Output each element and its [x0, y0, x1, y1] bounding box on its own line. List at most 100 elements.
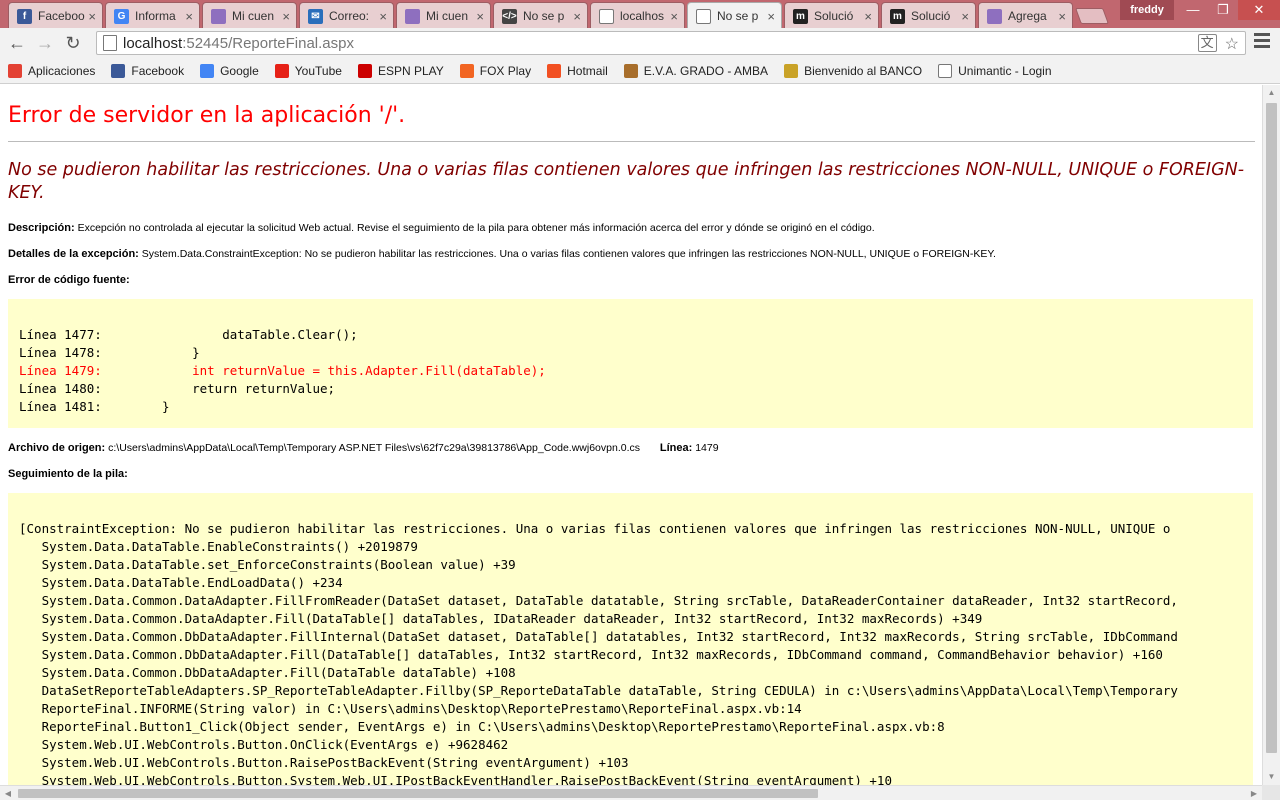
bookmark-item[interactable]: Google — [200, 63, 259, 78]
eva-icon — [623, 63, 638, 78]
address-bar[interactable]: localhost:52445/ReporteFinal.aspx 文 ☆ — [96, 31, 1246, 55]
scroll-down-icon[interactable]: ▼ — [1263, 769, 1280, 785]
page-icon — [405, 8, 420, 24]
vertical-scrollbar[interactable]: ▲ ▼ — [1262, 85, 1280, 785]
close-tab-icon[interactable]: × — [88, 9, 96, 24]
facebook-icon: f — [17, 8, 32, 24]
scroll-right-icon[interactable]: ▶ — [1246, 786, 1262, 800]
bookmark-item[interactable]: Hotmail — [547, 63, 608, 78]
source-code-line: Línea 1479: int returnValue = this.Adapt… — [19, 363, 546, 378]
exception-row: Detalles de la excepción: System.Data.Co… — [8, 248, 996, 260]
close-tab-icon[interactable]: × — [185, 9, 193, 24]
stack-trace-line: System.Web.UI.WebControls.Button.System.… — [19, 773, 892, 785]
url-path: :52445/ReporteFinal.aspx — [182, 34, 354, 52]
maximize-button[interactable]: ❐ — [1208, 0, 1238, 20]
tab-title: Agrega — [1008, 9, 1047, 23]
bookmark-label: Google — [220, 63, 259, 78]
stack-trace-line: System.Data.Common.DbDataAdapter.FillInt… — [19, 629, 1178, 644]
close-tab-icon[interactable]: × — [961, 9, 969, 24]
bookmark-label: Aplicaciones — [28, 63, 96, 78]
vertical-scroll-thumb[interactable] — [1266, 103, 1277, 753]
browser-tab[interactable]: Mi cuen × — [396, 2, 491, 28]
browser-tab[interactable]: ✉ Correo: × — [299, 2, 394, 28]
error-subtitle: No se pudieron habilitar las restriccion… — [8, 160, 1245, 203]
tab-title: Informa — [135, 9, 176, 23]
stack-trace-line: System.Web.UI.WebControls.Button.RaisePo… — [19, 755, 629, 770]
browser-tab[interactable]: m Solució × — [784, 2, 879, 28]
tab-title: No se p — [523, 9, 565, 23]
scroll-up-icon[interactable]: ▲ — [1263, 85, 1280, 101]
description-row: Descripción: Excepción no controlada al … — [8, 222, 875, 234]
browser-tab[interactable]: Agrega × — [978, 2, 1073, 28]
tab-title: localhos — [620, 9, 665, 23]
close-tab-icon[interactable]: × — [1058, 9, 1066, 24]
bookmark-label: Unimantic - Login — [958, 63, 1052, 78]
close-tab-icon[interactable]: × — [864, 9, 872, 24]
close-tab-icon[interactable]: × — [282, 9, 290, 24]
bookmark-label: E.V.A. GRADO - AMBA — [643, 63, 769, 78]
horizontal-scroll-thumb[interactable] — [18, 789, 818, 798]
bookmark-label: Hotmail — [567, 63, 608, 78]
close-window-button[interactable]: ✕ — [1238, 0, 1280, 20]
back-button[interactable]: ← — [6, 32, 28, 54]
bookmark-item[interactable]: E.V.A. GRADO - AMBA — [623, 63, 769, 78]
url-text[interactable]: localhost:52445/ReporteFinal.aspx — [123, 35, 354, 52]
browser-tab[interactable]: Mi cuen × — [202, 2, 297, 28]
browser-tab[interactable]: G Informa × — [105, 2, 200, 28]
bookmark-item[interactable]: Bienvenido al BANCO — [784, 63, 922, 78]
stack-trace-line: ReporteFinal.INFORME(String valor) in C:… — [19, 701, 802, 716]
exception-text: System.Data.ConstraintException: No se p… — [141, 248, 996, 260]
bookmark-label: FOX Play — [479, 63, 532, 78]
profile-button[interactable]: freddy — [1120, 0, 1174, 20]
close-tab-icon[interactable]: × — [573, 9, 581, 24]
minimize-button[interactable]: — — [1178, 0, 1208, 20]
bookmark-label: YouTube — [294, 63, 342, 78]
bank-icon — [784, 63, 799, 78]
translate-icon[interactable]: 文 — [1197, 34, 1217, 52]
page-icon — [211, 8, 226, 24]
windows-icon — [547, 63, 562, 78]
google-icon: G — [114, 8, 129, 24]
m-icon: m — [890, 8, 905, 24]
tab-title: No se p — [717, 9, 759, 23]
back-arrow-icon: ← — [8, 33, 26, 53]
close-tab-icon[interactable]: × — [767, 9, 775, 24]
forward-button[interactable]: → — [34, 32, 56, 54]
tab-title: Correo: — [329, 9, 370, 23]
bookmark-item[interactable]: ESPN PLAY — [357, 63, 444, 78]
youtube-icon — [274, 63, 289, 78]
bookmark-item[interactable]: Unimantic - Login — [938, 63, 1052, 78]
stack-trace-line: System.Data.Common.DbDataAdapter.Fill(Da… — [19, 665, 516, 680]
source-file-label: Archivo de origen: — [8, 442, 106, 454]
stack-trace-line: DataSetReporteTableAdapters.SP_ReporteTa… — [19, 683, 1178, 698]
stack-trace-line: System.Data.DataTable.EnableConstraints(… — [19, 539, 418, 554]
bookmark-star-icon[interactable]: ☆ — [1225, 34, 1239, 54]
document-icon — [599, 8, 614, 24]
close-tab-icon[interactable]: × — [670, 9, 678, 24]
chrome-menu-button[interactable] — [1254, 33, 1270, 53]
source-file-path: c:\Users\admins\AppData\Local\Temp\Tempo… — [108, 442, 641, 454]
bookmark-item[interactable]: Facebook — [111, 63, 184, 78]
code-icon: </> — [502, 8, 517, 24]
source-error-heading: Error de código fuente: — [8, 274, 130, 286]
browser-tab[interactable]: No se p × — [687, 2, 782, 28]
browser-tab[interactable]: localhos × — [590, 2, 685, 28]
source-code-line: Línea 1477: dataTable.Clear(); — [19, 327, 358, 342]
bookmark-item[interactable]: Aplicaciones — [8, 63, 96, 78]
browser-tab[interactable]: f Faceboo × — [8, 2, 103, 28]
horizontal-scrollbar[interactable]: ◀ ▶ — [0, 785, 1262, 800]
close-tab-icon[interactable]: × — [379, 9, 387, 24]
bookmark-label: ESPN PLAY — [377, 63, 444, 78]
m-icon: m — [793, 8, 808, 24]
stack-trace-line: [ConstraintException: No se pudieron hab… — [19, 521, 1171, 536]
tab-title: Faceboo — [38, 9, 85, 23]
browser-tab[interactable]: m Solució × — [881, 2, 976, 28]
reload-button[interactable]: ↻ — [62, 32, 84, 54]
line-label: Línea: — [659, 442, 693, 454]
scroll-left-icon[interactable]: ◀ — [0, 786, 16, 800]
bookmark-item[interactable]: FOX Play — [459, 63, 532, 78]
bookmark-item[interactable]: YouTube — [274, 63, 342, 78]
new-tab-button[interactable] — [1075, 8, 1109, 24]
close-tab-icon[interactable]: × — [476, 9, 484, 24]
browser-tab[interactable]: </> No se p × — [493, 2, 588, 28]
